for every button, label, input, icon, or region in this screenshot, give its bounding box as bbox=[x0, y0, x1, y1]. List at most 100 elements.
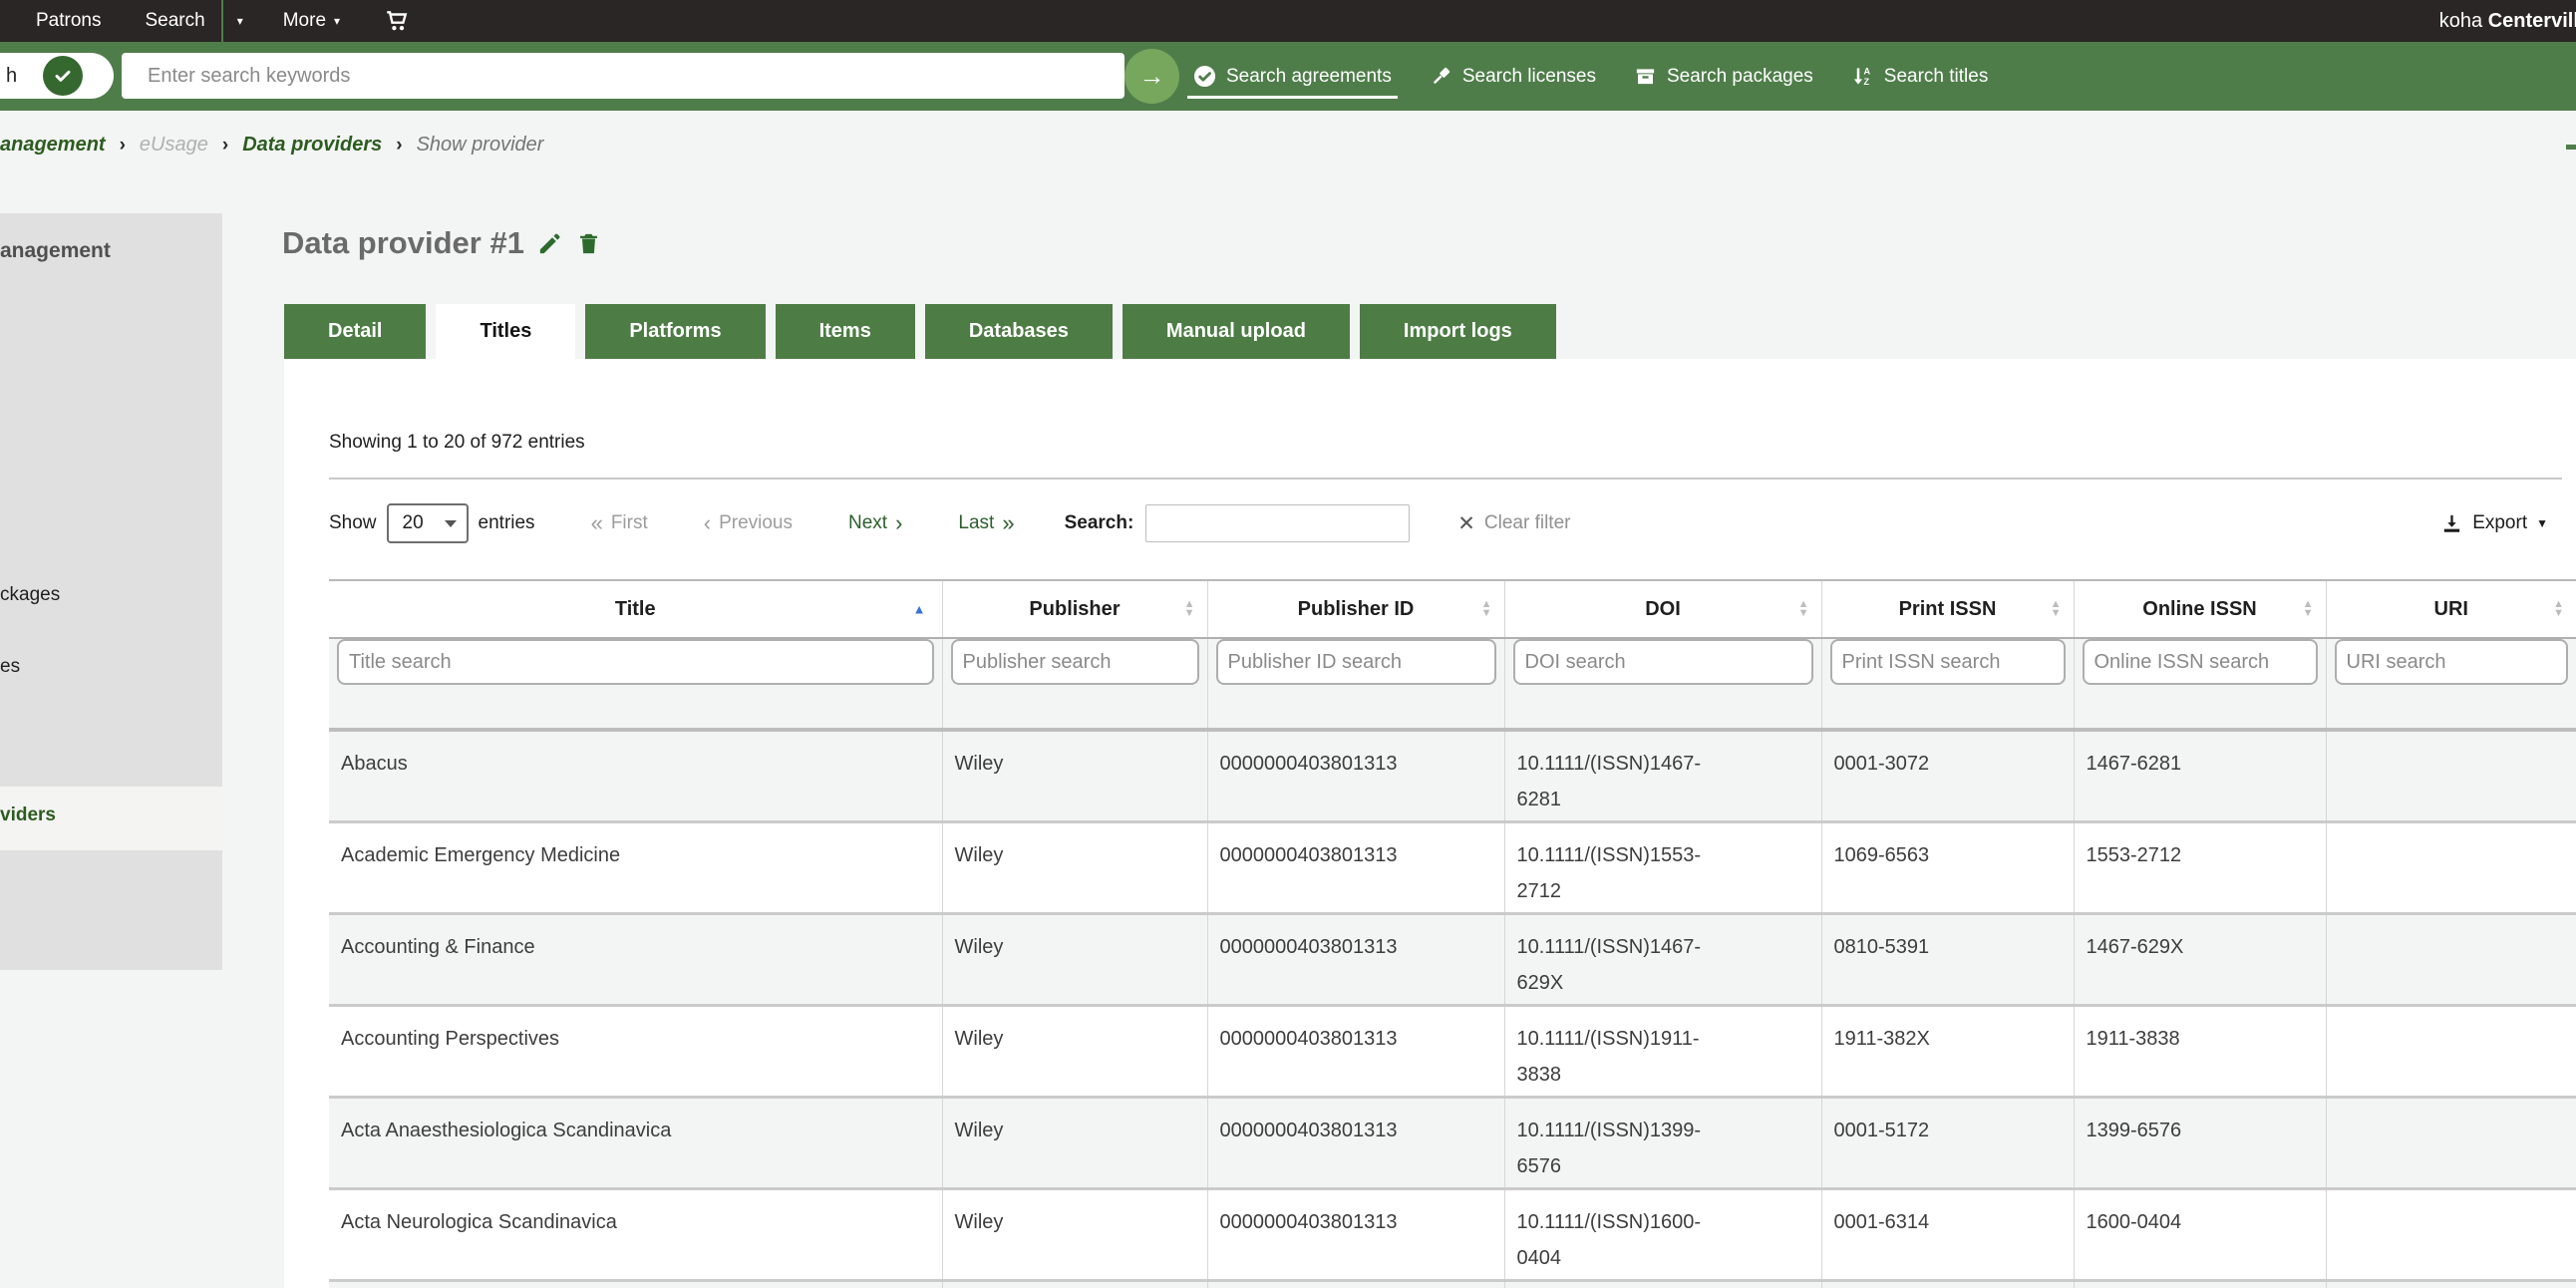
nav-more[interactable]: More ▾ bbox=[283, 0, 340, 42]
cell-doi: 10.1111/(ISSN)1911-3838 bbox=[1503, 1003, 1821, 1097]
column-label: Print ISSN bbox=[1898, 597, 1997, 620]
delete-icon[interactable] bbox=[575, 230, 602, 257]
tab-detail[interactable]: Detail bbox=[284, 304, 427, 359]
search-tab-label-fragment: h bbox=[6, 64, 18, 87]
tab-import-logs[interactable]: Import logs bbox=[1359, 304, 1556, 359]
clear-filter-button[interactable]: ✕ Clear filter bbox=[1457, 511, 1570, 536]
column-header-publisher-id[interactable]: Publisher ID ▲ ▼ bbox=[1206, 579, 1504, 639]
cell-print-issn: 0810-5391 bbox=[1820, 911, 2074, 1005]
breadcrumb-item[interactable]: anagement bbox=[0, 134, 106, 157]
breadcrumb-separator-icon: › bbox=[119, 134, 126, 156]
column-header-uri[interactable]: URI ▲ ▼ bbox=[2325, 579, 2576, 639]
breadcrumb-item[interactable]: Data providers bbox=[242, 134, 382, 157]
cell-publisher-id: 0000000403801313 bbox=[1206, 1003, 1504, 1097]
pagination-first-button[interactable]: « First bbox=[591, 510, 648, 536]
nav-patrons[interactable]: Patrons bbox=[36, 0, 101, 42]
search-scope-links: Search agreements Search licenses Search p… bbox=[1187, 42, 1989, 111]
gavel-icon bbox=[1430, 65, 1452, 88]
search-bar: h → Search agreementsSearch licensesSear… bbox=[0, 42, 2576, 111]
cell-publisher: Wiley bbox=[941, 819, 1207, 913]
titles-table-wrap: Title ▲ Publisher ▲ ▼ Publisher ID ▲ ▼ DOI ▲ ▼ Prin… bbox=[329, 579, 2576, 1288]
doi-search-input[interactable] bbox=[1512, 639, 1813, 685]
uri-search-input[interactable] bbox=[2334, 639, 2568, 685]
filter-cell bbox=[1820, 638, 2074, 732]
column-header-title[interactable]: Title ▲ bbox=[329, 579, 942, 639]
scope-link-label: Search titles bbox=[1883, 65, 1989, 87]
brand: koha Centerville bbox=[2439, 0, 2576, 42]
tab-databases[interactable]: Databases bbox=[924, 304, 1113, 359]
scope-link-search-packages[interactable]: Search packages bbox=[1634, 65, 1813, 88]
column-header-online-issn[interactable]: Online ISSN ▲ ▼ bbox=[2073, 579, 2326, 639]
sort-asc-icon: ▲ bbox=[912, 601, 926, 617]
search-caret-icon[interactable]: ▾ bbox=[237, 0, 243, 42]
cell-uri bbox=[2325, 1186, 2576, 1280]
check-badge-icon bbox=[43, 56, 84, 96]
print-issn-search-input[interactable] bbox=[1829, 639, 2066, 685]
column-header-publisher[interactable]: Publisher ▲ ▼ bbox=[941, 579, 1207, 639]
sidebar-active-row[interactable]: viders bbox=[0, 787, 222, 850]
publisher-id-search-input[interactable] bbox=[1215, 639, 1496, 685]
filter-cell bbox=[1206, 638, 1504, 732]
cell-online-issn: 1399-6576 bbox=[2073, 1095, 2326, 1188]
table-row: Accounting Perspectives Wiley 000000040380… bbox=[329, 1003, 2576, 1097]
cell-print-issn: 0001-6349 bbox=[1820, 1278, 2074, 1288]
cell-publisher-id: 0000000403801313 bbox=[1206, 819, 1504, 913]
column-header-doi[interactable]: DOI ▲ ▼ bbox=[1503, 579, 1821, 639]
sidebar: anagement ckages es viders bbox=[0, 213, 222, 970]
search-submit-button[interactable]: → bbox=[1125, 49, 1179, 104]
search-tab-fragment[interactable]: h bbox=[0, 53, 114, 99]
scope-link-search-licenses[interactable]: Search licenses bbox=[1430, 65, 1596, 88]
column-header-print-issn[interactable]: Print ISSN ▲ ▼ bbox=[1820, 579, 2074, 639]
title-search-input[interactable] bbox=[337, 639, 934, 685]
scope-link-search-agreements[interactable]: Search agreements bbox=[1187, 65, 1398, 99]
sidebar-item-packages[interactable]: ckages bbox=[0, 584, 60, 606]
sidebar-item-titles[interactable]: es bbox=[0, 656, 20, 678]
cell-uri bbox=[2325, 1003, 2576, 1097]
edit-icon[interactable] bbox=[536, 230, 563, 257]
table-search-input[interactable] bbox=[1145, 504, 1411, 542]
scrollbar-fragment bbox=[2566, 145, 2576, 150]
first-label: First bbox=[610, 512, 648, 533]
pagination-previous-button[interactable]: ‹ Previous bbox=[704, 510, 793, 536]
double-chevron-right-icon: » bbox=[1002, 510, 1015, 535]
search-input[interactable] bbox=[122, 53, 1125, 99]
publisher-search-input[interactable] bbox=[950, 639, 1199, 685]
filter-cell bbox=[1503, 638, 1821, 732]
sidebar-item-data-providers[interactable]: viders bbox=[0, 805, 222, 826]
scope-link-search-titles[interactable]: A Z Search titles bbox=[1851, 65, 1989, 88]
per-page-select[interactable]: 20 bbox=[386, 503, 469, 543]
pagination-next-button[interactable]: Next › bbox=[848, 510, 902, 536]
table-row: Academic Emergency Medicine Wiley 00000004… bbox=[329, 819, 2576, 913]
scope-link-label: Search packages bbox=[1666, 65, 1813, 87]
top-nav: Patrons Search ▾ More ▾ koha Centerville bbox=[0, 0, 2576, 42]
download-icon bbox=[2444, 514, 2460, 532]
tab-platforms[interactable]: Platforms bbox=[585, 304, 766, 359]
sidebar-section-erm: anagement ckages es bbox=[0, 213, 222, 787]
column-label: Title bbox=[614, 597, 656, 620]
cell-online-issn: 1553-2712 bbox=[2073, 819, 2326, 913]
cell-title: Academic Emergency Medicine bbox=[329, 819, 942, 913]
last-label: Last bbox=[958, 512, 995, 533]
tab-manual-upload[interactable]: Manual upload bbox=[1122, 304, 1350, 359]
cell-online-issn: 1467-6281 bbox=[2073, 730, 2326, 821]
chevron-left-icon: ‹ bbox=[703, 510, 712, 535]
table-controls: Show 20 entries « First ‹ Previous Next … bbox=[329, 501, 2548, 545]
cell-publisher-id: 0000000403801313 bbox=[1206, 1278, 1504, 1288]
titles-table: Title ▲ Publisher ▲ ▼ Publisher ID ▲ ▼ DOI ▲ ▼ Prin… bbox=[329, 579, 2576, 1288]
pagination-last-button[interactable]: Last » bbox=[958, 510, 1014, 536]
more-caret-icon: ▾ bbox=[334, 14, 341, 28]
nav-search[interactable]: Search bbox=[145, 0, 204, 42]
tab-titles[interactable]: Titles bbox=[436, 304, 576, 359]
cell-title: Acta Neurologica Scandinavica bbox=[329, 1186, 942, 1280]
cell-publisher: Wiley bbox=[941, 1095, 1207, 1188]
filter-cell bbox=[2073, 638, 2326, 732]
cell-title: Acta Obstetricia et Gynecologica Scandin… bbox=[329, 1278, 942, 1288]
cart-icon[interactable] bbox=[384, 0, 410, 42]
export-button[interactable]: Export ▼ bbox=[2440, 512, 2548, 535]
cell-print-issn: 1911-382X bbox=[1820, 1003, 2074, 1097]
box-icon bbox=[1634, 65, 1657, 88]
table-row: Acta Obstetricia et Gynecologica Scandin… bbox=[329, 1278, 2576, 1288]
filter-cell bbox=[941, 638, 1207, 732]
tab-items[interactable]: Items bbox=[775, 304, 915, 359]
online-issn-search-input[interactable] bbox=[2082, 639, 2318, 685]
